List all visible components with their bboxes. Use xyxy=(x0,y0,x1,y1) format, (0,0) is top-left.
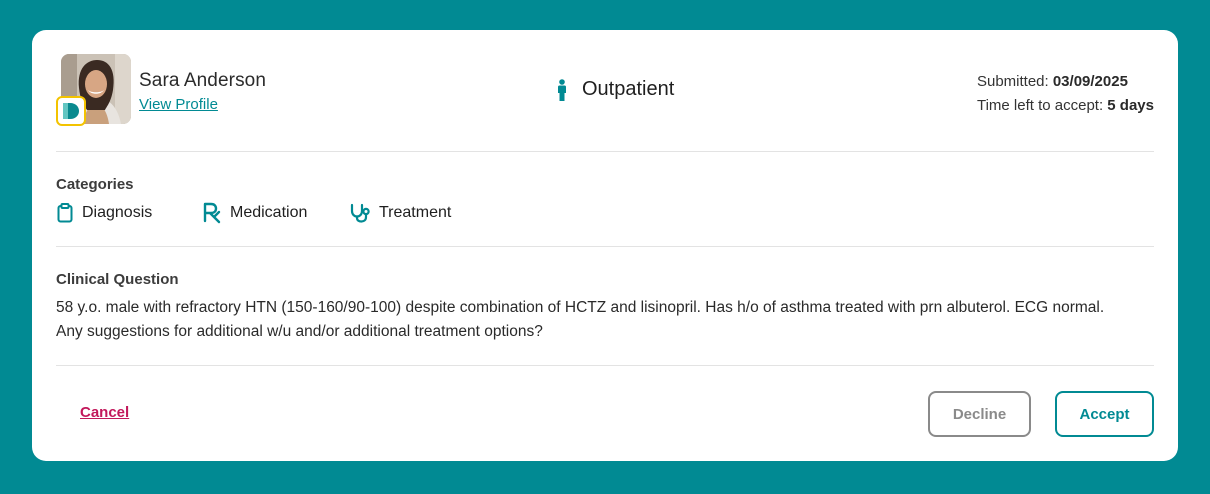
patient-name: Sara Anderson xyxy=(139,70,266,91)
card-header: Sara Anderson View Profile Outpatient Su… xyxy=(56,30,1154,152)
visit-type-label: Outpatient xyxy=(582,78,675,100)
clinical-question-line: Any suggestions for additional w/u and/o… xyxy=(56,323,543,340)
category-list: Diagnosis Medication Treatment xyxy=(56,202,451,224)
category-label: Medication xyxy=(230,204,308,221)
clipboard-icon xyxy=(56,203,74,223)
category-label: Diagnosis xyxy=(82,204,153,221)
submitted-label: Submitted: xyxy=(976,73,1053,90)
accept-button[interactable]: Accept xyxy=(1055,391,1154,437)
clinical-question-title: Clinical Question xyxy=(56,271,179,288)
time-left-row: Time left to accept: 5 days xyxy=(977,94,1154,118)
categories-section: Categories Diagnosis Medication Treatmen… xyxy=(56,152,1154,247)
consult-request-card: Sara Anderson View Profile Outpatient Su… xyxy=(32,30,1178,461)
stethoscope-icon xyxy=(349,203,371,223)
rx-icon xyxy=(202,202,222,224)
category-label: Treatment xyxy=(379,204,452,221)
category-medication: Medication xyxy=(202,202,349,224)
time-left-label: Time left to accept: xyxy=(976,97,1108,114)
clinical-question-text: 58 y.o. male with refractory HTN (150-16… xyxy=(56,296,1154,344)
view-profile-link[interactable]: View Profile xyxy=(139,96,218,113)
decline-button[interactable]: Decline xyxy=(928,391,1031,437)
cancel-link[interactable]: Cancel xyxy=(80,404,129,421)
brand-d-logo-icon xyxy=(63,103,79,119)
submission-info: Submitted: 03/09/2025 Time left to accep… xyxy=(977,70,1154,118)
clinical-question-section: Clinical Question 58 y.o. male with refr… xyxy=(56,247,1154,366)
clinical-question-line: 58 y.o. male with refractory HTN (150-16… xyxy=(56,299,1105,316)
categories-title: Categories xyxy=(56,176,134,193)
visit-type: Outpatient xyxy=(556,78,674,101)
time-left-value: 5 days xyxy=(1107,97,1154,114)
category-treatment: Treatment xyxy=(349,203,451,223)
person-standing-icon xyxy=(556,78,568,101)
submitted-row: Submitted: 03/09/2025 xyxy=(977,70,1154,94)
category-diagnosis: Diagnosis xyxy=(56,203,202,223)
submitted-date: 03/09/2025 xyxy=(1052,73,1128,90)
brand-badge xyxy=(56,96,86,126)
